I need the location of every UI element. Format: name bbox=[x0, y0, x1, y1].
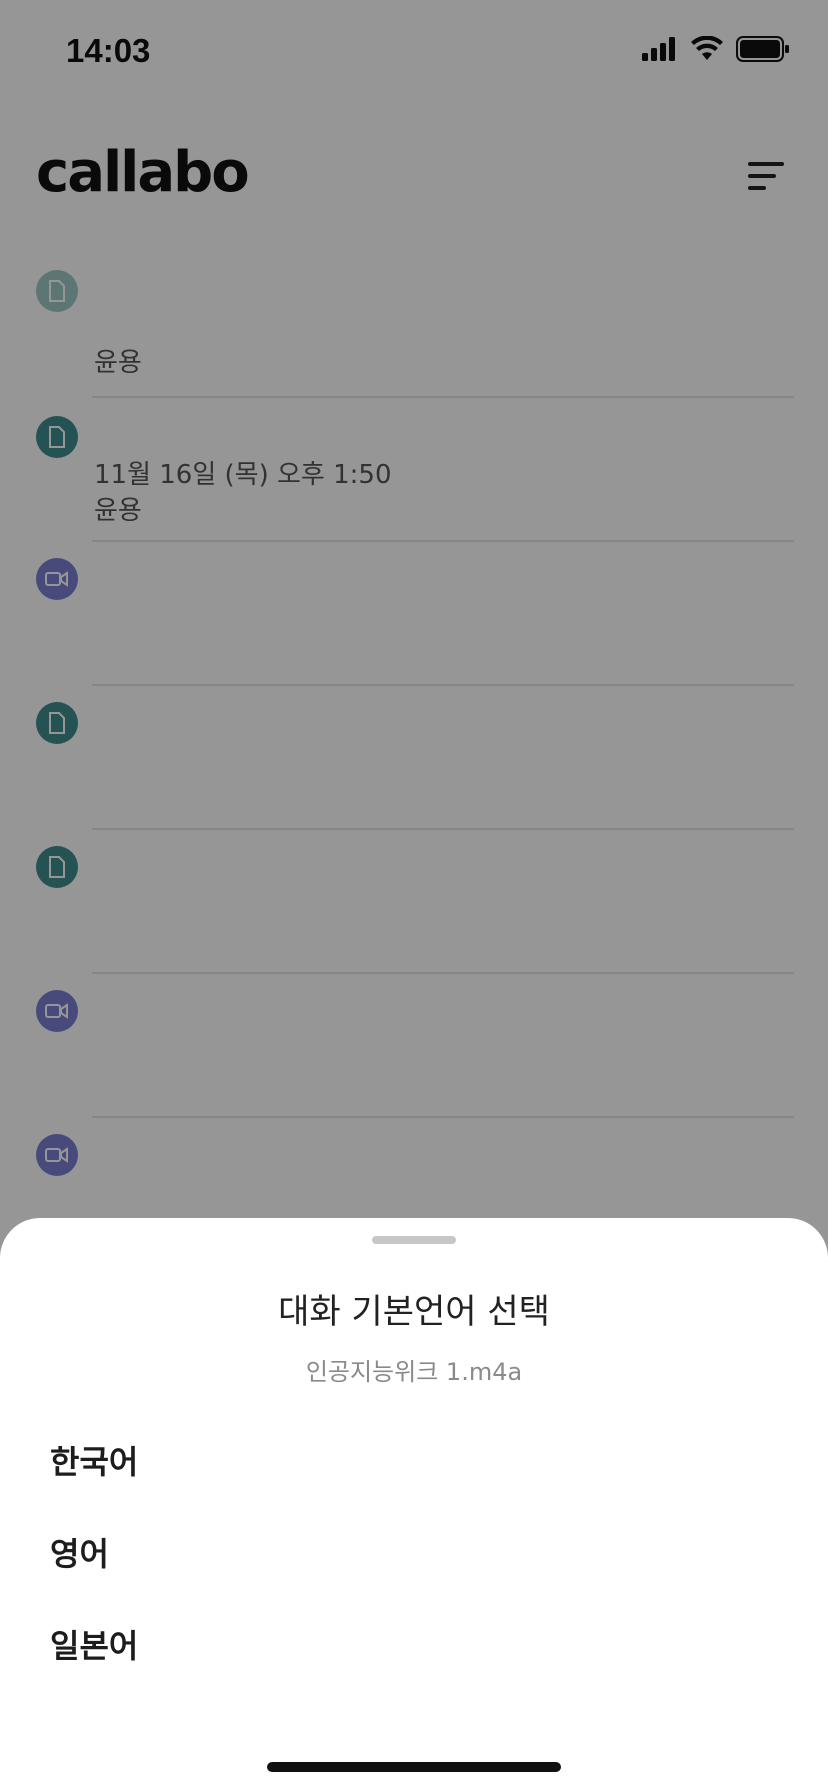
home-indicator bbox=[267, 1762, 561, 1772]
sheet-subtitle: 인공지능위크 1.m4a bbox=[305, 1358, 523, 1386]
language-option-korean[interactable]: 한국어 bbox=[50, 1428, 778, 1492]
sheet-title: 대화 기본언어 선택 bbox=[278, 1292, 550, 1332]
language-option-japanese[interactable]: 일본어 bbox=[50, 1612, 778, 1676]
screen: 14:03 callabo 윤용 11월 16일 (목) 오후 1:50 윤용 … bbox=[0, 0, 828, 1792]
language-option-english[interactable]: 영어 bbox=[50, 1520, 778, 1584]
sheet-grabber[interactable] bbox=[372, 1236, 456, 1244]
language-bottom-sheet: 대화 기본언어 선택 인공지능위크 1.m4a 한국어 영어 일본어 bbox=[0, 1218, 828, 1792]
